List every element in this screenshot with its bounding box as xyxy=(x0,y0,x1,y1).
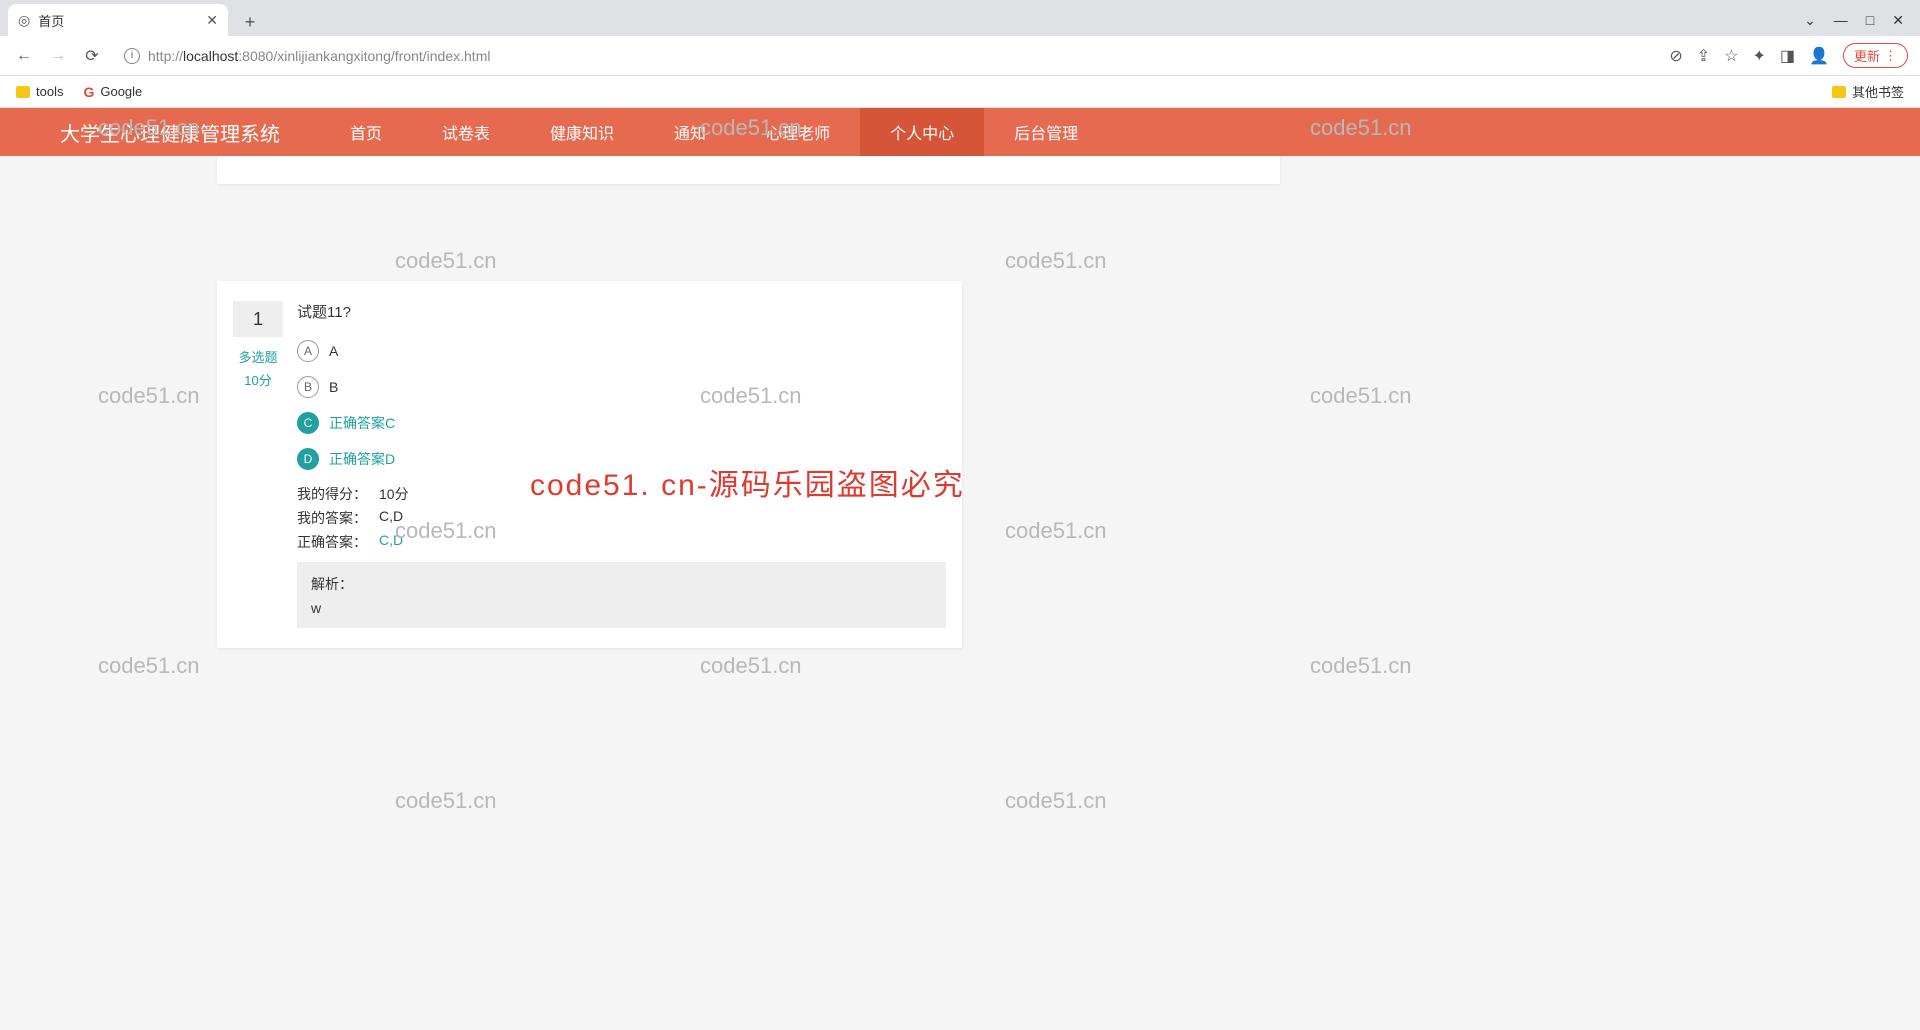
side-panel-icon[interactable]: ◨ xyxy=(1780,46,1795,66)
profile-icon[interactable]: 👤 xyxy=(1809,46,1829,66)
analysis-label: 解析： xyxy=(311,574,932,594)
my-score-label: 我的得分： xyxy=(297,484,367,504)
zoom-icon[interactable]: ⊘ xyxy=(1669,46,1682,66)
maximize-icon[interactable]: □ xyxy=(1866,12,1874,28)
question-title: 试题11? xyxy=(297,301,946,322)
update-button[interactable]: 更新⋮ xyxy=(1843,43,1908,68)
option-text: A xyxy=(329,343,338,359)
google-icon: G xyxy=(83,84,94,100)
bookmark-other[interactable]: 其他书签 xyxy=(1832,82,1904,101)
tab-bar: ◎ 首页 ✕ + ⌄ — □ ✕ xyxy=(0,0,1920,36)
share-icon[interactable]: ⇪ xyxy=(1697,46,1710,66)
back-button[interactable]: ← xyxy=(12,47,36,65)
watermark: code51.cn xyxy=(98,383,200,409)
nav-item[interactable]: 健康知识 xyxy=(520,108,644,156)
watermark: code51.cn xyxy=(1005,518,1107,544)
question-type: 多选题 xyxy=(233,347,283,366)
my-answer-label: 我的答案： xyxy=(297,508,367,528)
bookmark-star-icon[interactable]: ☆ xyxy=(1724,46,1738,66)
option-letter: D xyxy=(297,448,319,470)
option-text: 正确答案C xyxy=(329,413,395,433)
option-text: B xyxy=(329,379,338,395)
my-score-value: 10分 xyxy=(379,484,409,504)
question-score: 10分 xyxy=(233,370,283,389)
address-bar: ← → ⟳ i http://localhost:8080/xinlijiank… xyxy=(0,36,1920,76)
options-list: AABBC正确答案CD正确答案D xyxy=(297,340,946,470)
my-answer-value: C,D xyxy=(379,508,403,528)
result-rows: 我的得分： 10分 我的答案： C,D 正确答案： C,D xyxy=(297,484,946,552)
bookmark-tools[interactable]: tools xyxy=(16,84,63,99)
option-text: 正确答案D xyxy=(329,449,395,469)
nav-item[interactable]: 通知 xyxy=(644,108,736,156)
reload-button[interactable]: ⟳ xyxy=(80,46,104,66)
bookmarks-bar: tools GGoogle 其他书签 xyxy=(0,76,1920,108)
folder-icon xyxy=(1832,86,1846,98)
watermark: code51.cn xyxy=(395,248,497,274)
panel-strip xyxy=(217,156,1280,184)
browser-chrome: ◎ 首页 ✕ + ⌄ — □ ✕ ← → ⟳ i http://localhos… xyxy=(0,0,1920,108)
nav-item[interactable]: 心理老师 xyxy=(736,108,860,156)
close-window-icon[interactable]: ✕ xyxy=(1892,12,1904,29)
extensions-icon[interactable]: ✦ xyxy=(1753,46,1766,66)
folder-icon xyxy=(16,86,30,98)
nav-item[interactable]: 个人中心 xyxy=(860,108,984,156)
browser-tab[interactable]: ◎ 首页 ✕ xyxy=(8,4,228,36)
watermark: code51.cn xyxy=(700,653,802,679)
watermark: code51.cn xyxy=(395,788,497,814)
watermark: code51.cn xyxy=(98,653,200,679)
correct-answer-label: 正确答案： xyxy=(297,532,367,552)
option-letter: A xyxy=(297,340,319,362)
chevron-down-icon[interactable]: ⌄ xyxy=(1804,12,1816,29)
tab-title: 首页 xyxy=(38,11,64,30)
option-letter: B xyxy=(297,376,319,398)
option-row[interactable]: D 正确答案D xyxy=(297,448,946,470)
url-input[interactable]: i http://localhost:8080/xinlijiankangxit… xyxy=(114,44,1659,68)
new-tab-button[interactable]: + xyxy=(236,8,264,36)
nav-item[interactable]: 试卷表 xyxy=(412,108,520,156)
close-tab-icon[interactable]: ✕ xyxy=(206,12,218,29)
bookmark-google[interactable]: GGoogle xyxy=(83,84,142,100)
analysis-box: 解析： w xyxy=(297,562,946,628)
nav-items: 首页试卷表健康知识通知心理老师个人中心后台管理 xyxy=(320,108,1108,156)
globe-icon: ◎ xyxy=(18,12,30,29)
window-controls: ⌄ — □ ✕ xyxy=(1804,4,1920,36)
option-row[interactable]: AA xyxy=(297,340,946,362)
nav-item[interactable]: 后台管理 xyxy=(984,108,1108,156)
watermark: code51.cn xyxy=(1005,248,1107,274)
nav-item[interactable]: 首页 xyxy=(320,108,412,156)
watermark: code51.cn xyxy=(1310,383,1412,409)
site-nav: 大学生心理健康管理系统 首页试卷表健康知识通知心理老师个人中心后台管理 xyxy=(0,108,1920,156)
watermark: code51.cn xyxy=(1005,788,1107,814)
option-row[interactable]: C 正确答案C xyxy=(297,412,946,434)
content-area: 1 多选题 10分 试题11? AABBC正确答案CD正确答案D 我的得分：10… xyxy=(0,156,1920,1030)
question-number: 1 xyxy=(233,301,283,337)
site-title: 大学生心理健康管理系统 xyxy=(0,118,320,147)
option-row[interactable]: BB xyxy=(297,376,946,398)
watermark: code51.cn xyxy=(1310,653,1412,679)
question-meta: 1 多选题 10分 xyxy=(233,301,283,628)
correct-answer-value: C,D xyxy=(379,532,403,552)
analysis-text: w xyxy=(311,600,932,616)
forward-button[interactable]: → xyxy=(46,47,70,65)
minimize-icon[interactable]: — xyxy=(1834,12,1848,28)
toolbar-icons: ⊘ ⇪ ☆ ✦ ◨ 👤 更新⋮ xyxy=(1669,43,1908,68)
option-letter: C xyxy=(297,412,319,434)
question-card: 1 多选题 10分 试题11? AABBC正确答案CD正确答案D 我的得分：10… xyxy=(217,281,962,648)
url-text: http://localhost:8080/xinlijiankangxiton… xyxy=(148,48,490,64)
site-info-icon[interactable]: i xyxy=(124,48,140,64)
